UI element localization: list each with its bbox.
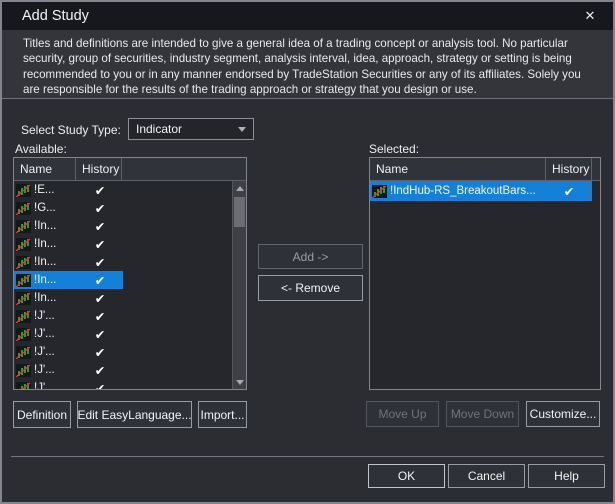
move-up-button: Move Up <box>366 401 439 427</box>
available-list-header: Name History <box>14 158 246 181</box>
import-button[interactable]: Import... <box>198 401 247 428</box>
indicator-chart-icon <box>16 183 31 197</box>
scrollbar-up-icon[interactable] <box>233 181 246 195</box>
available-row[interactable]: !J'... ✔ <box>14 379 232 389</box>
history-check-icon: ✔ <box>94 381 106 390</box>
study-name: !In... <box>34 292 57 304</box>
selected-list-header: Name History <box>370 158 600 181</box>
selected-studies-list: Name History !IndHub-RS_BreakoutBars... … <box>369 157 601 390</box>
study-type-label: Select Study Type: <box>21 123 121 137</box>
indicator-chart-icon <box>372 184 387 198</box>
history-check-icon: ✔ <box>94 237 106 252</box>
available-label: Available: <box>15 142 67 156</box>
study-name: !In... <box>34 256 57 268</box>
available-scrollbar[interactable] <box>232 181 246 389</box>
selected-list-body: !IndHub-RS_BreakoutBars... ✔ <box>370 181 600 389</box>
selected-row[interactable]: !IndHub-RS_BreakoutBars... ✔ <box>370 181 600 201</box>
dialog-title: Add Study <box>22 8 89 24</box>
history-check-icon: ✔ <box>94 255 106 270</box>
available-row[interactable]: !E... ✔ <box>14 181 232 199</box>
column-header-name[interactable]: Name <box>370 158 546 180</box>
history-check-icon: ✔ <box>94 291 106 306</box>
close-icon[interactable]: ✕ <box>579 2 601 30</box>
indicator-chart-icon <box>16 237 31 251</box>
indicator-chart-icon <box>16 273 31 287</box>
remove-button[interactable]: <- Remove <box>258 275 363 301</box>
history-check-icon: ✔ <box>94 219 106 234</box>
indicator-chart-icon <box>16 363 31 377</box>
study-name: !In... <box>34 274 57 286</box>
history-check-icon: ✔ <box>563 184 575 199</box>
disclaimer-text: Titles and definitions are intended to g… <box>23 37 581 97</box>
history-check-icon: ✔ <box>94 183 106 198</box>
study-name: !J'... <box>34 328 55 340</box>
history-check-icon: ✔ <box>94 273 106 288</box>
history-check-icon: ✔ <box>94 201 106 216</box>
disclaimer-panel: Titles and definitions are intended to g… <box>2 30 613 99</box>
available-row[interactable]: !In... ✔ <box>14 271 232 289</box>
column-header-history[interactable]: History <box>76 158 122 180</box>
available-row[interactable]: !G... ✔ <box>14 199 232 217</box>
study-name: !J'... <box>34 364 55 376</box>
history-check-icon: ✔ <box>94 327 106 342</box>
study-name: !G... <box>34 202 56 214</box>
ok-button[interactable]: OK <box>368 464 445 488</box>
history-check-icon: ✔ <box>94 345 106 360</box>
study-name: !In... <box>34 220 57 232</box>
column-header-history[interactable]: History <box>546 158 592 180</box>
history-check-icon: ✔ <box>94 363 106 378</box>
study-type-select[interactable]: Indicator <box>128 118 254 140</box>
indicator-chart-icon <box>16 219 31 233</box>
selected-label: Selected: <box>369 142 420 156</box>
add-study-dialog: Add Study ✕ Titles and definitions are i… <box>0 0 615 504</box>
move-down-button: Move Down <box>446 401 519 427</box>
customize-button[interactable]: Customize... <box>526 401 600 427</box>
available-list-body: !E... ✔ !G... ✔ !In... ✔ !In... ✔ !In...… <box>14 181 232 389</box>
indicator-chart-icon <box>16 327 31 341</box>
study-name: !In... <box>34 238 57 250</box>
study-name: !IndHub-RS_BreakoutBars... <box>390 185 536 197</box>
help-button[interactable]: Help <box>528 464 605 488</box>
study-name: !E... <box>34 184 55 196</box>
available-row[interactable]: !In... ✔ <box>14 217 232 235</box>
indicator-chart-icon <box>16 309 31 323</box>
column-header-name[interactable]: Name <box>14 158 76 180</box>
study-name: !J'... <box>34 346 55 358</box>
cancel-button[interactable]: Cancel <box>448 464 525 488</box>
study-type-value: Indicator <box>136 122 183 136</box>
edit-easylanguage-button[interactable]: Edit EasyLanguage... <box>77 401 192 428</box>
indicator-chart-icon <box>16 345 31 359</box>
available-row[interactable]: !J'... ✔ <box>14 343 232 361</box>
chevron-down-icon <box>238 127 246 132</box>
history-check-icon: ✔ <box>94 309 106 324</box>
available-row[interactable]: !J'... ✔ <box>14 361 232 379</box>
titlebar: Add Study ✕ <box>2 2 613 30</box>
scrollbar-down-icon[interactable] <box>233 375 246 389</box>
available-row[interactable]: !In... ✔ <box>14 289 232 307</box>
column-header-blank <box>592 158 600 180</box>
column-header-blank <box>122 158 246 180</box>
available-row[interactable]: !J'... ✔ <box>14 325 232 343</box>
study-name: !J'... <box>34 382 55 389</box>
indicator-chart-icon <box>16 381 31 389</box>
available-row[interactable]: !In... ✔ <box>14 235 232 253</box>
add-button: Add -> <box>258 244 363 269</box>
indicator-chart-icon <box>16 201 31 215</box>
available-list: Name History !E... ✔ !G... ✔ !In... ✔ !I… <box>13 157 247 390</box>
indicator-chart-icon <box>16 255 31 269</box>
available-row[interactable]: !In... ✔ <box>14 253 232 271</box>
definition-button[interactable]: Definition <box>13 401 71 428</box>
footer-divider <box>11 456 604 457</box>
study-name: !J'... <box>34 310 55 322</box>
available-row[interactable]: !J'... ✔ <box>14 307 232 325</box>
indicator-chart-icon <box>16 291 31 305</box>
scrollbar-thumb[interactable] <box>234 197 245 227</box>
